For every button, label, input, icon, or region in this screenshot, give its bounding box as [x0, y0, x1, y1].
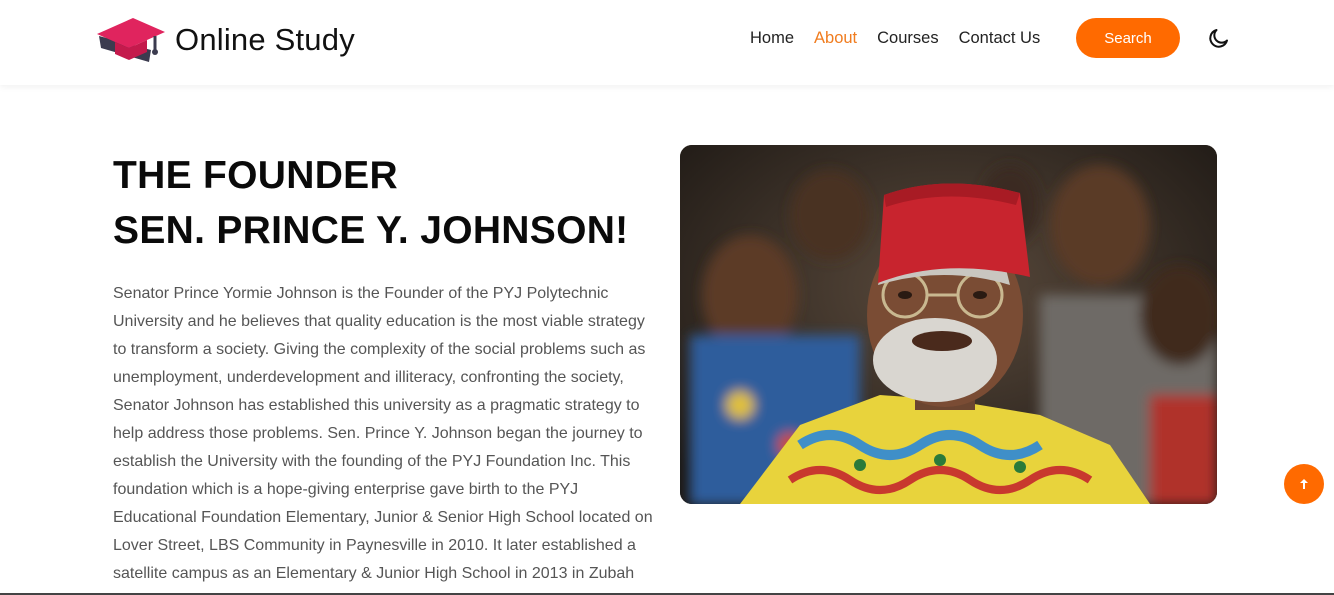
- graduation-cap-icon: [97, 18, 165, 62]
- founder-photo: [680, 145, 1217, 504]
- nav-home[interactable]: Home: [750, 29, 794, 48]
- founder-bio: Senator Prince Yormie Johnson is the Fou…: [113, 285, 653, 595]
- arrow-up-icon: [1300, 479, 1308, 489]
- founder-photo-illustration: [680, 145, 1217, 504]
- moon-icon[interactable]: [1207, 26, 1231, 50]
- heading-line-2: SEN. PRINCE Y. JOHNSON!: [113, 209, 629, 252]
- founder-section: THE FOUNDER SEN. PRINCE Y. JOHNSON! Sena…: [113, 148, 653, 595]
- brand[interactable]: Online Study: [95, 14, 355, 66]
- nav-courses[interactable]: Courses: [877, 29, 938, 48]
- founder-heading: THE FOUNDER SEN. PRINCE Y. JOHNSON!: [113, 148, 653, 258]
- main-nav: Home About Courses Contact Us: [750, 29, 1060, 48]
- scroll-to-top-button[interactable]: [1284, 464, 1324, 504]
- nav-contact-us[interactable]: Contact Us: [959, 29, 1041, 48]
- nav-about[interactable]: About: [814, 29, 857, 48]
- search-button[interactable]: Search: [1076, 18, 1180, 58]
- navbar: Online Study Home About Courses Contact …: [0, 0, 1334, 85]
- heading-line-1: THE FOUNDER: [113, 154, 398, 197]
- brand-name: Online Study: [175, 22, 355, 57]
